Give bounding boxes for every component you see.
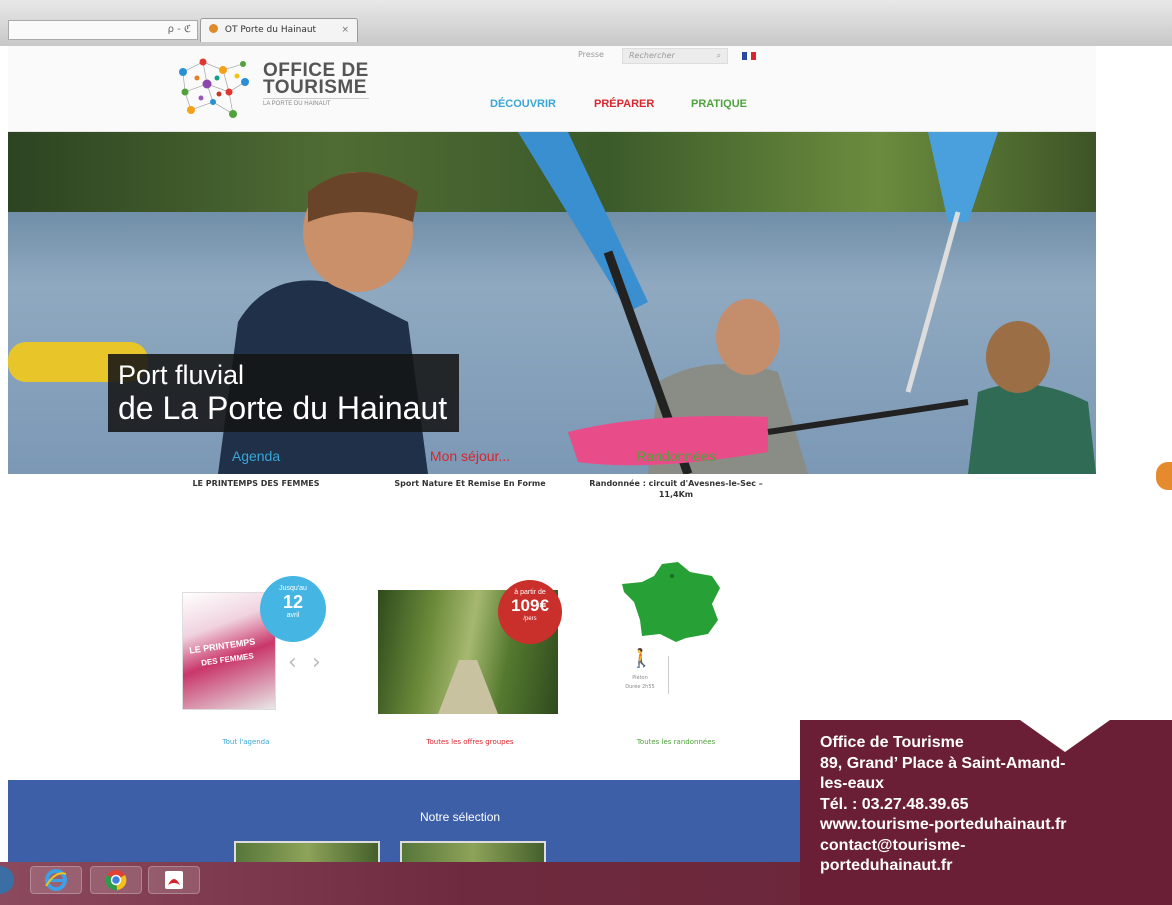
info-box-notch [1020, 720, 1110, 752]
stay-heading[interactable]: Mon séjour... [380, 448, 560, 464]
all-group-offers-link[interactable]: Toutes les offres groupes [390, 738, 550, 746]
price-badge-main: 109€ [511, 596, 549, 615]
info-line-website[interactable]: www.tourisme-porteduhainaut.fr [820, 815, 1172, 836]
paddler-middle-head [716, 299, 780, 375]
language-flag-icon[interactable] [742, 52, 757, 60]
hiking-heading[interactable]: Randonnées [586, 448, 766, 464]
child-vest [968, 384, 1096, 474]
badge-bottom: avril [286, 612, 300, 619]
info-line-email-cont[interactable]: porteduhainaut.fr [820, 856, 1172, 877]
price-badge-bottom: /pers [523, 616, 537, 622]
blue-paddle [518, 132, 648, 312]
hiker-icon: 🚶 [630, 648, 653, 669]
agenda-date-badge: Jusqu'au 12 avril [260, 576, 326, 642]
column-stay: Mon séjour... Sport Nature Et Remise En … [380, 448, 560, 489]
price-badge-top: à partir de [514, 589, 546, 596]
hero-title-line1: Port fluvial [118, 360, 245, 390]
poster-line2: DES FEMMES [200, 651, 255, 668]
pink-paddle-shaft [767, 399, 969, 435]
right-paddle-shaft [905, 211, 961, 393]
hiker-label: Piéton [632, 675, 648, 681]
favicon-icon [209, 24, 218, 33]
selection-title: Notre sélection [420, 810, 501, 824]
right-paddle [928, 132, 998, 222]
child-head [986, 321, 1050, 393]
hero-title-line2: de La Porte du Hainaut [118, 390, 448, 426]
website: OFFICE DE TOURISME LA PORTE DU HAINAUT P… [8, 46, 1096, 474]
info-line-address: 89, Grand’ Place à Saint-Amand- [820, 754, 1066, 772]
hiking-item-title[interactable]: Randonnée : circuit d'Avesnes-le-Sec – 1… [586, 478, 766, 500]
address-bar[interactable]: ρ - ℭ [8, 20, 198, 40]
all-hikes-link[interactable]: Toutes les randonnées [596, 738, 756, 746]
price-badge: à partir de 109€ /pers [498, 580, 562, 644]
pdf-reader-icon[interactable] [148, 866, 200, 894]
close-icon[interactable]: × [341, 19, 349, 41]
search-input[interactable]: Rechercher ⌕ [622, 48, 728, 64]
nav-discover[interactable]: DÉCOUVRIR [490, 98, 556, 110]
all-agenda-link[interactable]: Tout l'agenda [166, 738, 326, 746]
hiker-duration: Durée 2h55 [625, 684, 655, 690]
browser-tab[interactable]: OT Porte du Hainaut × [200, 18, 358, 42]
selection-thumb-1[interactable] [234, 841, 380, 862]
contact-info-box: Office de Tourisme 89, Grand’ Place à Sa… [800, 720, 1172, 905]
info-line-phone: Tél. : 03.27.48.39.65 [820, 795, 969, 813]
selection-thumb-2[interactable] [400, 841, 546, 862]
hero-banner: Port fluvial de La Porte du Hainaut [8, 132, 1096, 474]
agenda-item-title[interactable]: LE PRINTEMPS DES FEMMES [166, 478, 346, 489]
info-line-office: Office de Tourisme [820, 734, 964, 751]
carousel-prev-icon[interactable]: ‹ [288, 650, 297, 675]
column-hiking: Randonnées Randonnée : circuit d'Avesnes… [586, 448, 766, 500]
logo-network-icon[interactable] [173, 52, 253, 124]
nav-prepare[interactable]: PRÉPARER [594, 98, 654, 110]
start-button-icon[interactable] [0, 866, 14, 894]
chrome-icon[interactable] [90, 866, 142, 894]
badge-top: Jusqu'au [279, 585, 307, 592]
france-map-icon[interactable] [620, 562, 732, 644]
logo-line2: TOURISME [263, 77, 367, 98]
logo-wordmark[interactable]: OFFICE DE TOURISME LA PORTE DU HAINAUT [263, 61, 369, 109]
stay-photo-path [438, 660, 498, 714]
hiker-divider [668, 656, 669, 694]
nav-practical[interactable]: PRATIQUE [691, 98, 747, 110]
internet-explorer-icon[interactable] [30, 866, 82, 894]
column-agenda: Agenda LE PRINTEMPS DES FEMMES [166, 448, 346, 489]
logo-subtitle: LA PORTE DU HAINAUT [263, 98, 369, 109]
tab-title: OT Porte du Hainaut [224, 25, 317, 35]
side-feedback-tab[interactable] [1156, 462, 1172, 490]
stay-item-title[interactable]: Sport Nature Et Remise En Forme [380, 478, 560, 489]
search-placeholder: Rechercher [629, 51, 675, 60]
carousel-next-icon[interactable]: › [312, 650, 321, 675]
hero-title[interactable]: Port fluvial de La Porte du Hainaut [108, 354, 460, 432]
info-line-email[interactable]: contact@tourisme- [820, 836, 1172, 857]
agenda-heading[interactable]: Agenda [166, 448, 346, 464]
badge-main: 12 [282, 592, 304, 612]
site-header: OFFICE DE TOURISME LA PORTE DU HAINAUT P… [8, 46, 1096, 132]
browser-chrome: ρ - ℭ OT Porte du Hainaut × [0, 0, 1172, 46]
search-icon[interactable]: ⌕ [717, 49, 721, 63]
press-link[interactable]: Presse [578, 50, 604, 59]
info-line-address-cont: les-eaux [820, 775, 885, 792]
